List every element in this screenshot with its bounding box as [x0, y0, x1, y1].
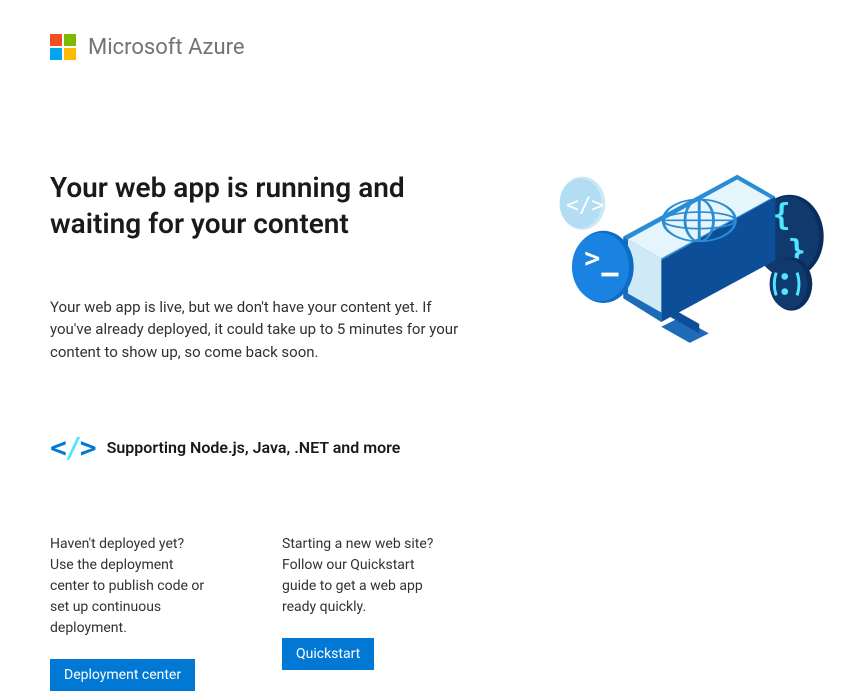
- page-title: Your web app is running and waiting for …: [50, 170, 490, 242]
- deployment-center-button[interactable]: Deployment center: [50, 659, 195, 691]
- supporting-row: </> Supporting Node.js, Java, .NET and m…: [50, 431, 814, 464]
- quickstart-button[interactable]: Quickstart: [282, 638, 374, 670]
- title-line-1: Your web app is running and: [50, 171, 405, 204]
- quickstart-card: Starting a new web site? Follow our Quic…: [282, 534, 442, 691]
- svg-text:</>: </>: [566, 193, 604, 217]
- header: Microsoft Azure: [50, 34, 814, 60]
- microsoft-logo-icon: [50, 34, 76, 60]
- brand-text: Microsoft Azure: [88, 35, 245, 60]
- page-subtitle: Your web app is live, but we don't have …: [50, 296, 460, 364]
- supporting-text: Supporting Node.js, Java, .NET and more: [107, 438, 401, 457]
- code-brackets-icon: </>: [50, 431, 95, 464]
- quickstart-card-text: Starting a new web site? Follow our Quic…: [282, 534, 442, 618]
- title-line-2: waiting for your content: [50, 207, 349, 240]
- svg-text:>: >: [584, 243, 600, 274]
- deployment-card: Haven't deployed yet? Use the deployment…: [50, 534, 210, 691]
- monitor-illustration-icon: { } </>: [530, 170, 840, 360]
- deployment-card-text: Haven't deployed yet? Use the deployment…: [50, 534, 210, 639]
